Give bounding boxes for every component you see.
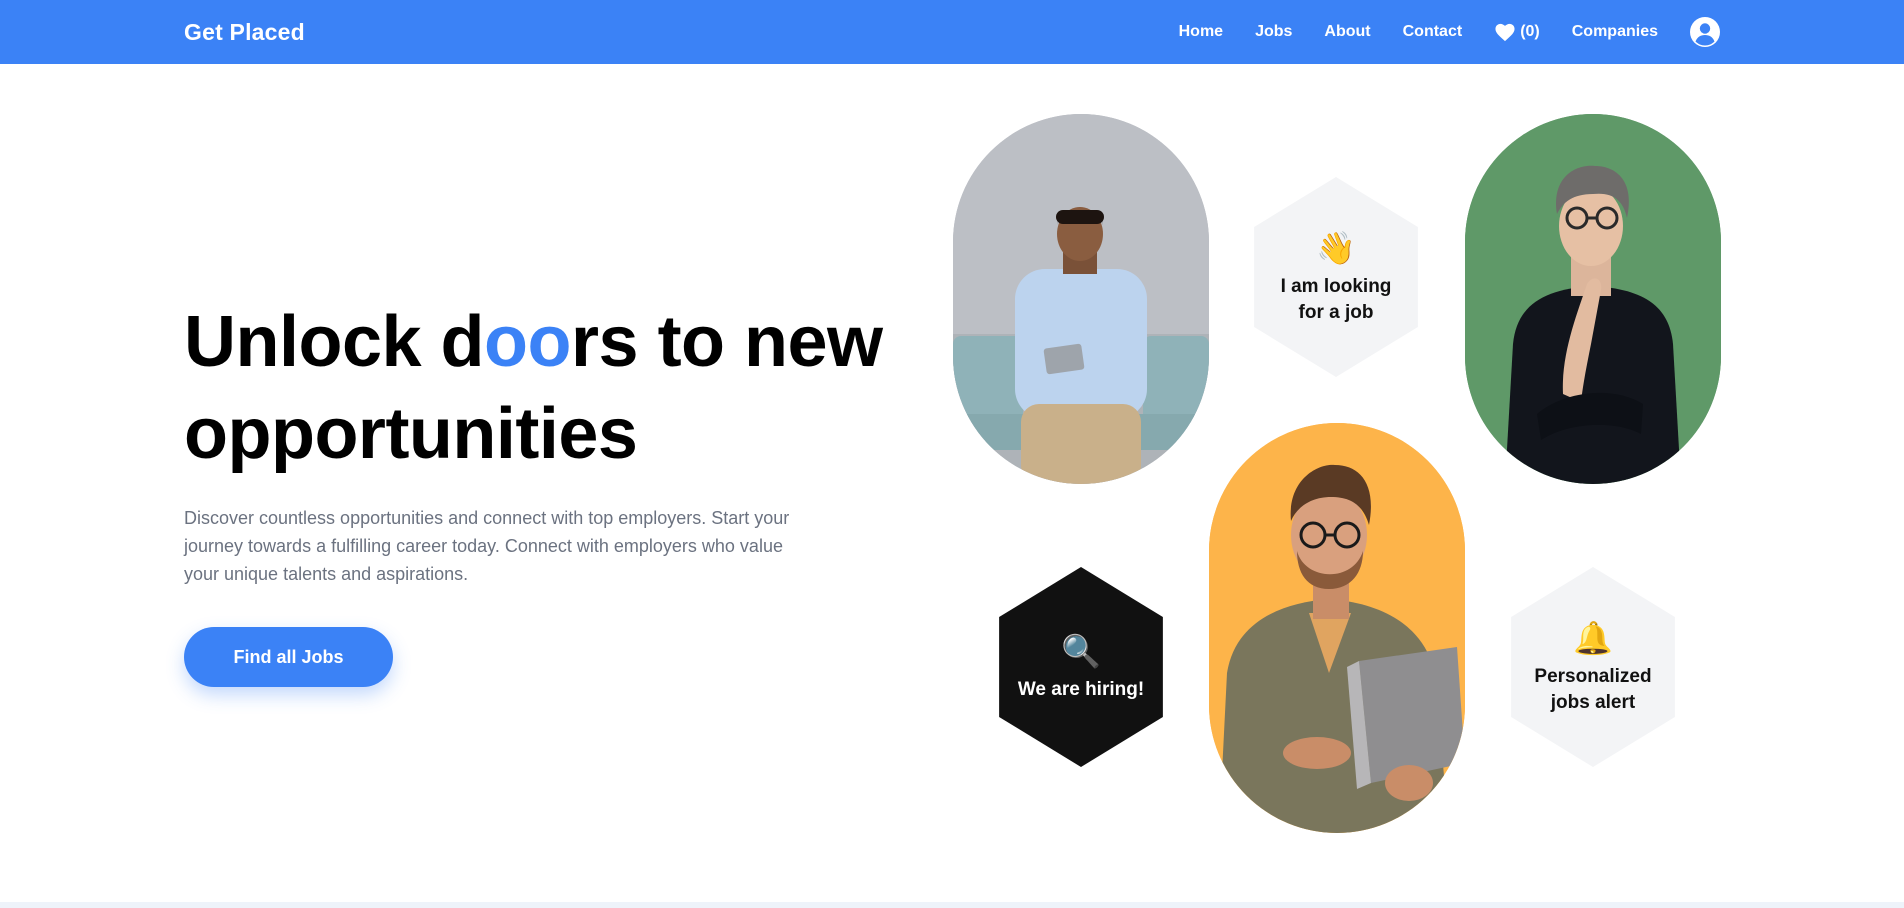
nav-jobs-link[interactable]: Jobs [1255, 23, 1292, 41]
hero-description: Discover countless opportunities and con… [184, 508, 790, 584]
photo-job-seeker-seated [953, 114, 1209, 484]
hero-title: Unlock doors to new opportunities [184, 296, 924, 480]
bell-icon: 🔔 [1573, 619, 1613, 657]
user-avatar-icon[interactable] [1690, 17, 1720, 47]
heart-icon [1495, 23, 1515, 42]
nav-companies-link[interactable]: Companies [1572, 23, 1658, 41]
badge-looking-for-job-label: I am looking for a job [1280, 276, 1392, 323]
photo-man-with-laptop [1209, 423, 1465, 833]
nav-about-link[interactable]: About [1324, 23, 1370, 41]
nav-home-link[interactable]: Home [1179, 23, 1223, 41]
next-section-edge [0, 902, 1904, 908]
brand-logo[interactable]: Get Placed [184, 19, 305, 46]
badge-jobs-alert: 🔔 Personalized jobs alert [1511, 567, 1675, 767]
badge-jobs-alert-label: Personalized jobs alert [1534, 666, 1652, 713]
nav-contact-link[interactable]: Contact [1403, 23, 1463, 41]
badge-we-are-hiring-label: We are hiring! [1017, 679, 1145, 700]
waving-hand-icon: 👋 [1316, 229, 1356, 267]
badge-we-are-hiring: 🔍 We are hiring! [999, 567, 1163, 767]
hero-title-accent: oo [484, 302, 571, 382]
favorites-count: (0) [1520, 23, 1540, 40]
navbar: Get Placed Home Jobs About Contact (0) C… [0, 0, 1904, 64]
nav-links: Home Jobs About Contact (0) Companies [1179, 0, 1720, 64]
hero-title-part-1: Unlock d [184, 302, 485, 382]
find-all-jobs-button[interactable]: Find all Jobs [184, 627, 393, 687]
badge-looking-for-job: 👋 I am looking for a job [1254, 177, 1418, 377]
magnifier-icon: 🔍 [1061, 632, 1101, 670]
favorites-button[interactable]: (0) [1494, 22, 1540, 42]
photo-thinking-person [1465, 114, 1721, 484]
